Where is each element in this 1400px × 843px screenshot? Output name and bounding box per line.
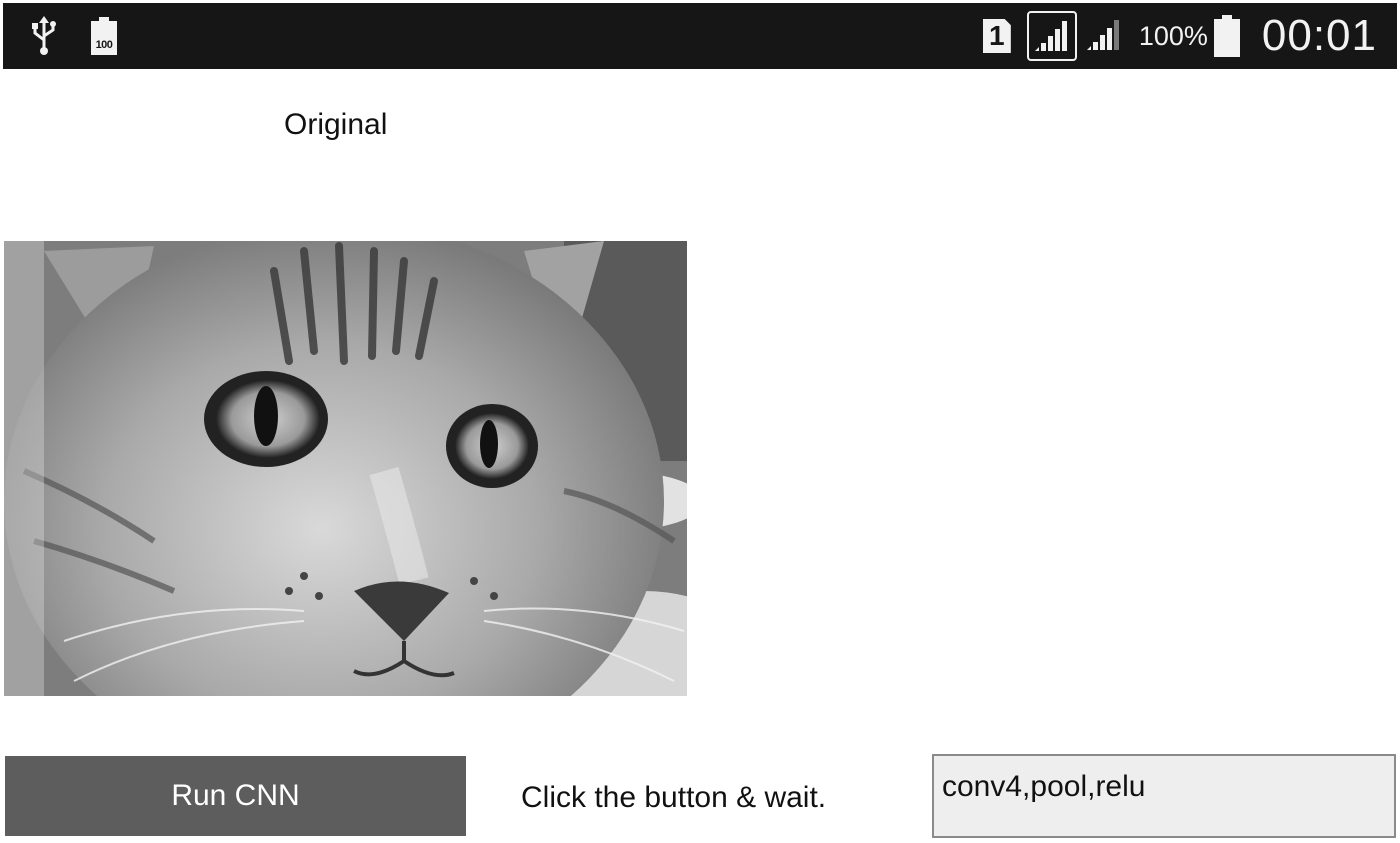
status-message: Click the button & wait. — [521, 781, 827, 814]
battery-icon-label: 100 — [91, 21, 117, 55]
cat-image — [4, 241, 687, 696]
battery-percent: 100% — [1138, 20, 1208, 51]
sim-slot-badge: 1 — [982, 19, 1011, 53]
status-bar-right: 1 100% 00:01 — [982, 3, 1377, 69]
signal-strength-icon — [1085, 16, 1123, 57]
signal-strength-icon — [1026, 11, 1077, 61]
status-bar: 100 1 100% 00:01 — [3, 3, 1397, 69]
image-title: Original — [284, 108, 388, 141]
run-cnn-button[interactable]: Run CNN — [5, 756, 466, 836]
status-bar-left: 100 — [31, 3, 117, 69]
battery-icon: 100 — [91, 17, 117, 55]
usb-icon — [31, 16, 57, 56]
output-field[interactable]: conv4,pool,relu — [932, 754, 1396, 838]
clock: 00:01 — [1261, 11, 1377, 60]
battery-level-icon — [1213, 15, 1240, 57]
